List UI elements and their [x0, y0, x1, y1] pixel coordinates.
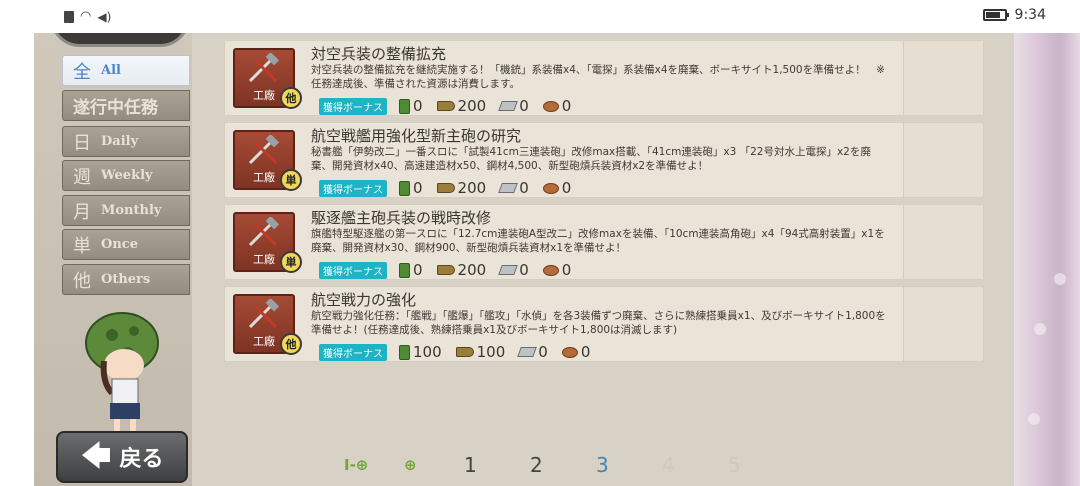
back-arrow-icon: 🡄: [80, 439, 112, 474]
battery-icon: [982, 9, 1009, 21]
page-4-button[interactable]: 4: [662, 453, 728, 477]
tab-label: All: [101, 63, 121, 78]
quest-category-menu: 全 All 遂行中任務 日 Daily 週 Weekly 月 Monthly 単…: [34, 33, 192, 486]
quest-description: 対空兵装の整備拡充を継続実施する！「機銃」系装備x4、「電探」系装備x4を廃棄、…: [311, 64, 885, 90]
tab-daily[interactable]: 日 Daily: [62, 126, 190, 157]
ammo-amount: 200: [457, 179, 487, 197]
bauxite-icon: [542, 264, 559, 276]
bauxite-icon: [542, 182, 559, 194]
ammo-amount: 200: [457, 97, 487, 115]
quest-type-badge: 他: [280, 333, 302, 355]
steel-icon: [498, 183, 519, 193]
quest-title: 対空兵装の整備拡充: [311, 45, 447, 63]
back-button[interactable]: 🡄 戻る: [56, 431, 188, 483]
steel-icon: [498, 265, 519, 275]
steel-amount: 0: [519, 179, 529, 197]
quest-description: 旗艦特型駆逐艦の第一スロに「12.7cm連装砲A型改二」改修maxを装備、「10…: [311, 228, 885, 254]
steel-icon: [517, 347, 538, 357]
page-3-button[interactable]: 3: [596, 453, 662, 477]
fuel-icon: [399, 98, 410, 114]
tab-label: 遂行中任務: [73, 98, 158, 118]
tab-weekly[interactable]: 週 Weekly: [62, 160, 190, 191]
fuel-icon: [399, 180, 410, 196]
page-2-button[interactable]: 2: [530, 453, 596, 477]
bauxite-amount: 0: [561, 97, 572, 115]
right-margin: [1014, 33, 1080, 486]
tab-label: Once: [101, 237, 138, 252]
fuel-icon: [399, 262, 410, 278]
quest-type-badge: 単: [280, 169, 302, 191]
steel-icon: [498, 101, 519, 111]
quest-title: 航空戦力の強化: [311, 291, 417, 309]
tab-others[interactable]: 他 Others: [62, 264, 190, 295]
quest-type-badge: 他: [280, 87, 302, 109]
ammo-icon: [436, 183, 455, 193]
bonus-badge: 獲得ボーナス: [319, 343, 387, 361]
ammo-amount: 100: [476, 343, 506, 361]
reward-line: 獲得ボーナス 0 200 0 0: [319, 261, 579, 279]
compass-ornament: [50, 33, 190, 47]
ammo-icon: [436, 265, 455, 275]
fuel-icon: [399, 344, 410, 360]
first-page-button[interactable]: I-⊕: [344, 456, 404, 474]
page-1-button[interactable]: 1: [464, 453, 530, 477]
bauxite-icon: [542, 100, 559, 112]
back-label: 戻る: [119, 446, 164, 472]
quest-row[interactable]: 工廠 単 駆逐艦主砲兵装の戦時改修 旗艦特型駆逐艦の第一スロに「12.7cm連装…: [224, 204, 984, 280]
page-5-button[interactable]: 5: [728, 453, 794, 477]
bauxite-icon: [561, 346, 578, 358]
status-icons: ◠ ◀): [64, 9, 111, 24]
volume-icon: ◀): [97, 9, 112, 24]
tab-label: Others: [101, 272, 151, 287]
steel-amount: 0: [519, 97, 529, 115]
fuel-amount: 0: [413, 261, 423, 279]
status-bar: ◠ ◀) 9:34: [0, 0, 1080, 33]
steel-amount: 0: [519, 261, 529, 279]
ammo-amount: 200: [457, 261, 487, 279]
quest-description: 秘書艦「伊勢改二」一番スロに「試製41cm三連装砲」改修max搭載、「41cm連…: [311, 146, 871, 172]
bauxite-amount: 0: [580, 343, 591, 361]
fuel-amount: 0: [413, 97, 423, 115]
fuel-amount: 0: [413, 179, 423, 197]
wifi-icon: ◠: [80, 9, 92, 24]
bonus-badge: 獲得ボーナス: [319, 179, 387, 197]
reward-line: 獲得ボーナス 0 200 0 0: [319, 179, 579, 197]
tab-kanji: 日: [73, 132, 91, 154]
tab-label: Weekly: [101, 168, 153, 183]
tab-kanji: 週: [73, 166, 91, 188]
pagination: I-⊕ ⊕ 1 2 3 4 5: [344, 453, 794, 477]
fuel-amount: 100: [413, 343, 442, 361]
ammo-icon: [455, 347, 474, 357]
clock: 9:34: [1014, 7, 1046, 23]
left-margin: [0, 33, 34, 486]
bonus-badge: 獲得ボーナス: [319, 261, 387, 279]
ammo-icon: [436, 101, 455, 111]
quest-title: 航空戦艦用強化型新主砲の研究: [311, 127, 522, 145]
alert-icon: [64, 10, 74, 23]
tab-kanji: 月: [73, 201, 91, 223]
quest-row[interactable]: 工廠 単 航空戦艦用強化型新主砲の研究 秘書艦「伊勢改二」一番スロに「試製41c…: [224, 122, 984, 198]
bauxite-amount: 0: [561, 261, 572, 279]
tab-all[interactable]: 全 All: [62, 55, 190, 86]
reward-line: 獲得ボーナス 0 200 0 0: [319, 97, 579, 115]
bauxite-amount: 0: [561, 179, 572, 197]
game-screen: 全 All 遂行中任務 日 Daily 週 Weekly 月 Monthly 単…: [34, 33, 1014, 486]
tab-kanji: 他: [73, 270, 91, 292]
quest-row[interactable]: 工廠 他 航空戦力の強化 航空戦力強化任務：「艦戦」「艦爆」「艦攻」「水偵」を各…: [224, 286, 984, 362]
tab-monthly[interactable]: 月 Monthly: [62, 195, 190, 226]
tab-once[interactable]: 単 Once: [62, 229, 190, 260]
quest-title: 駆逐艦主砲兵装の戦時改修: [311, 209, 492, 227]
tab-in-progress[interactable]: 遂行中任務: [62, 90, 190, 121]
prev-page-button[interactable]: ⊕: [404, 456, 464, 474]
tab-kanji: 全: [73, 61, 91, 83]
steel-amount: 0: [538, 343, 548, 361]
tab-kanji: 単: [73, 235, 91, 257]
tab-label: Monthly: [101, 203, 162, 218]
quest-row[interactable]: 工廠 他 対空兵装の整備拡充 対空兵装の整備拡充を継続実施する！「機銃」系装備x…: [224, 40, 984, 116]
tab-label: Daily: [101, 134, 139, 149]
reward-line: 獲得ボーナス 100 100 0 0: [319, 343, 598, 361]
quest-description: 航空戦力強化任務：「艦戦」「艦爆」「艦攻」「水偵」を各3装備ずつ廃棄、さらに熟練…: [311, 310, 886, 336]
bonus-badge: 獲得ボーナス: [319, 97, 387, 115]
quest-type-badge: 単: [280, 251, 302, 273]
